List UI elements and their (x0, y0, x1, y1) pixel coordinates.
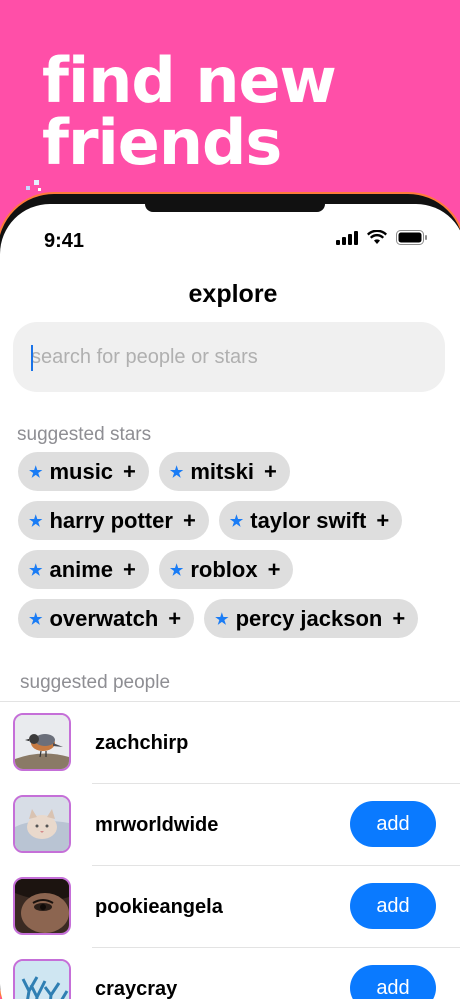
status-icons (336, 230, 428, 245)
suggested-stars-label: suggested stars (17, 424, 152, 445)
star-chip[interactable]: ★ harry potter + (18, 501, 209, 540)
star-chip-row: ★ overwatch + ★ percy jackson + (18, 599, 448, 638)
person-name: mrworldwide (95, 814, 219, 836)
star-chip[interactable]: ★ music + (18, 452, 149, 491)
status-time: 9:41 (44, 230, 85, 252)
star-chip[interactable]: ★ mitski + (158, 452, 290, 491)
add-button[interactable]: add (350, 883, 436, 929)
star-chip[interactable]: ★ overwatch + (18, 599, 195, 638)
wifi-icon (367, 230, 387, 244)
phone-screen: 9:41 explore suggested stars (0, 204, 460, 999)
star-icon: ★ (229, 512, 244, 530)
star-chip-label: taylor swift (250, 507, 367, 533)
search-input[interactable] (13, 322, 445, 392)
star-chip-row: ★ anime + ★ roblox + (18, 550, 448, 589)
add-button[interactable]: add (350, 801, 436, 847)
sparkle-icon (26, 180, 41, 191)
star-chip[interactable]: ★ anime + (18, 550, 149, 589)
star-chip-label: percy jackson (235, 605, 383, 631)
phone-frame: 9:41 explore suggested stars (0, 192, 460, 999)
battery-icon (396, 230, 427, 245)
star-icon: ★ (169, 561, 184, 579)
coral-avatar-image (15, 961, 69, 999)
star-chip[interactable]: ★ percy jackson + (204, 599, 419, 638)
plus-icon[interactable]: + (123, 557, 136, 583)
star-chip-label: anime (49, 556, 114, 582)
star-chip[interactable]: ★ taylor swift + (218, 501, 403, 540)
face-avatar-image (15, 879, 69, 933)
list-item[interactable]: zachchirp (0, 702, 460, 784)
headline: find new friends (42, 44, 337, 179)
star-icon: ★ (169, 463, 184, 481)
plus-icon[interactable]: + (123, 459, 136, 485)
star-chip-list: ★ music + ★ mitski + ★ harry potter + ★ (18, 452, 448, 648)
cellular-signal-icon (336, 230, 358, 245)
notch (145, 204, 325, 212)
bird-avatar-image (15, 715, 69, 769)
star-icon: ★ (29, 512, 43, 530)
headline-line-2: friends (42, 106, 282, 179)
avatar[interactable] (13, 877, 71, 935)
person-name: zachchirp (95, 732, 189, 754)
text-cursor (31, 345, 33, 371)
star-chip-label: overwatch (49, 605, 159, 631)
person-name: craycray (95, 978, 178, 999)
people-list: zachchirp mrworldwide add pookieangela a… (0, 701, 460, 999)
plus-icon[interactable]: + (392, 606, 405, 632)
star-icon: ★ (29, 610, 43, 628)
star-chip-label: roblox (190, 556, 258, 582)
plus-icon[interactable]: + (183, 508, 196, 534)
star-chip-row: ★ music + ★ mitski + (18, 452, 448, 491)
page-title: explore (188, 280, 278, 308)
person-name: pookieangela (95, 896, 223, 918)
plus-icon[interactable]: + (268, 557, 281, 583)
star-chip[interactable]: ★ roblox + (158, 550, 294, 589)
list-item[interactable]: craycray add (0, 948, 460, 999)
add-button[interactable]: add (350, 965, 436, 999)
star-chip-label: music (49, 458, 114, 484)
star-chip-row: ★ harry potter + ★ taylor swift + (18, 501, 448, 540)
avatar[interactable] (13, 713, 71, 771)
star-icon: ★ (29, 561, 43, 579)
star-icon: ★ (29, 463, 43, 481)
plus-icon[interactable]: + (264, 459, 277, 485)
star-chip-label: mitski (190, 458, 254, 484)
headline-line-1: find new (42, 44, 337, 117)
suggested-people-label: suggested people (20, 672, 171, 693)
avatar[interactable] (13, 959, 71, 999)
avatar[interactable] (13, 795, 71, 853)
list-item[interactable]: pookieangela add (0, 866, 460, 948)
plus-icon[interactable]: + (168, 606, 181, 632)
list-item[interactable]: mrworldwide add (0, 784, 460, 866)
plus-icon[interactable]: + (376, 508, 389, 534)
star-chip-label: harry potter (49, 507, 173, 533)
cat-avatar-image (15, 797, 69, 851)
star-icon: ★ (215, 610, 229, 628)
